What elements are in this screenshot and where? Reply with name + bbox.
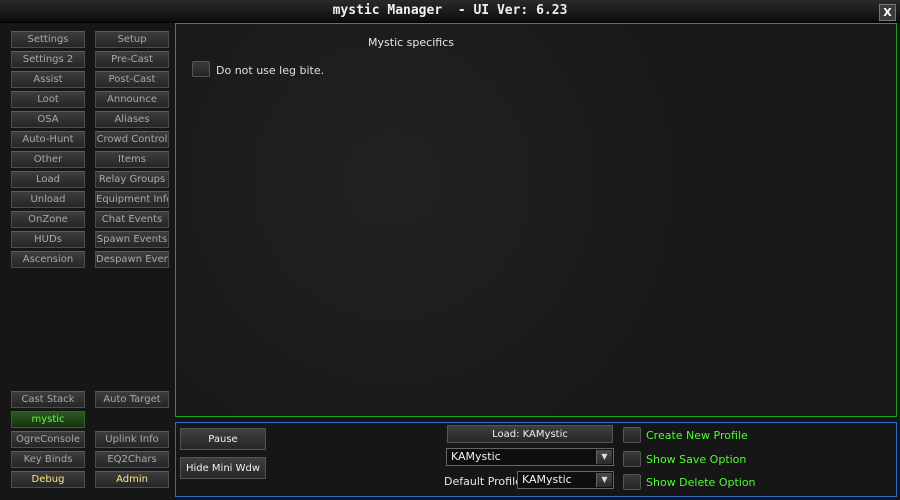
chevron-down-icon: ▼ [596,473,612,487]
nav-right-chat-events-button[interactable]: Chat Events [95,211,169,228]
profile-select-value: KAMystic [451,450,501,463]
nav-left-huds-button[interactable]: HUDs [11,231,85,248]
window-title: mystic Manager - UI Ver: 6.23 [332,3,568,18]
create-new-profile-label: Create New Profile [646,429,748,442]
nav-left-assist-button[interactable]: Assist [11,71,85,88]
nav-right-aliases-button[interactable]: Aliases [95,111,169,128]
show-delete-option-label: Show Delete Option [646,476,756,489]
nav-left-loot-button[interactable]: Loot [11,91,85,108]
nav-left-auto-hunt-button[interactable]: Auto-Hunt [11,131,85,148]
mystic-specifics-panel: Mystic specifics Do not use leg bite. [175,23,897,417]
ogre-console-button[interactable]: OgreConsole [11,431,85,448]
pause-button[interactable]: Pause [180,428,266,450]
profile-footer: Pause Hide Mini Wdw Load: KAMystic KAMys… [175,422,897,497]
mystic-manager-window: mystic Manager - UI Ver: 6.23 X Settings… [0,0,900,500]
uplink-info-button[interactable]: Uplink Info [95,431,169,448]
nav-right-items-button[interactable]: Items [95,151,169,168]
title-bar[interactable]: mystic Manager - UI Ver: 6.23 X [0,0,900,23]
nav-left-settings-button[interactable]: Settings [11,31,85,48]
nav-right-post-cast-button[interactable]: Post-Cast [95,71,169,88]
load-profile-button[interactable]: Load: KAMystic [447,425,613,443]
panel-title: Mystic specifics [368,36,454,49]
default-profile-select[interactable]: KAMystic ▼ [517,471,614,489]
nav-right-crowd-control-button[interactable]: Crowd Control [95,131,169,148]
nav-left-settings-2-button[interactable]: Settings 2 [11,51,85,68]
nav-right-announce-button[interactable]: Announce [95,91,169,108]
show-save-option-label: Show Save Option [646,453,747,466]
leg-bite-checkbox[interactable] [192,61,210,77]
cast-stack-button[interactable]: Cast Stack [11,391,85,408]
nav-left-load-button[interactable]: Load [11,171,85,188]
debug-button[interactable]: Debug [11,471,85,488]
nav-right-equipment-info-button[interactable]: Equipment Info [95,191,169,208]
admin-button[interactable]: Admin [95,471,169,488]
nav-left-ascension-button[interactable]: Ascension [11,251,85,268]
create-new-profile-checkbox[interactable] [623,427,641,443]
auto-target-button[interactable]: Auto Target [95,391,169,408]
chevron-down-icon: ▼ [596,450,612,464]
show-save-option-checkbox[interactable] [623,451,641,467]
nav-right-setup-button[interactable]: Setup [95,31,169,48]
nav-right-despawn-event-button[interactable]: Despawn Event [95,251,169,268]
close-button[interactable]: X [879,4,896,21]
nav-left-unload-button[interactable]: Unload [11,191,85,208]
default-profile-select-value: KAMystic [522,473,572,486]
nav-left-onzone-button[interactable]: OnZone [11,211,85,228]
show-delete-option-checkbox[interactable] [623,474,641,490]
leg-bite-label: Do not use leg bite. [216,64,325,77]
nav-right-relay-groups-button[interactable]: Relay Groups [95,171,169,188]
nav-right-spawn-events-button[interactable]: Spawn Events [95,231,169,248]
profile-select[interactable]: KAMystic ▼ [446,448,614,466]
key-binds-button[interactable]: Key Binds [11,451,85,468]
mystic-button[interactable]: mystic [11,411,85,428]
nav-left-other-button[interactable]: Other [11,151,85,168]
hide-mini-window-button[interactable]: Hide Mini Wdw [180,457,266,479]
eq2chars-button[interactable]: EQ2Chars [95,451,169,468]
nav-left-osa-button[interactable]: OSA [11,111,85,128]
default-profile-label: Default Profile: [444,475,526,488]
nav-right-pre-cast-button[interactable]: Pre-Cast [95,51,169,68]
